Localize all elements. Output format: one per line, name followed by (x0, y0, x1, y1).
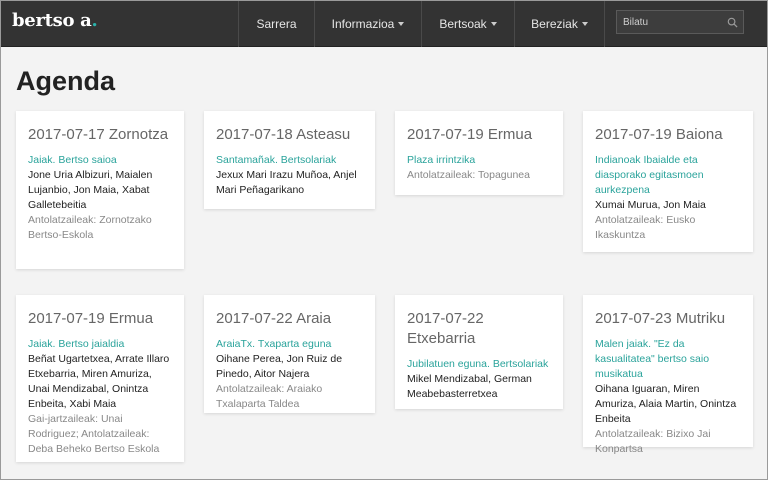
event-title-link[interactable]: AraiaTx. Txaparta eguna (216, 337, 363, 352)
event-date: 2017-07-22 Araia (216, 310, 332, 327)
event-date: 2017-07-19 Ermua (28, 310, 154, 327)
nav-item-sarrera[interactable]: Sarrera (238, 0, 314, 47)
event-date: 2017-07-17 Zornotza (28, 126, 169, 143)
event-card: 2017-07-19 Ermua Jaiak. Bertso jaialdia … (16, 295, 184, 462)
event-organizers: Antolatzaileak: Eusko Ikaskuntza (595, 214, 696, 241)
event-organizers: Antolatzaileak: Bizixo Jai Konpartsa (595, 428, 711, 455)
main-nav: Sarrera Informazioa Bertsoak Bereziak (238, 0, 605, 47)
event-performers: Jexux Mari Irazu Muñoa, Anjel Mari Peñag… (216, 169, 357, 196)
event-performers: Jone Uria Albizuri, Maialen Lujanbio, Jo… (28, 169, 153, 211)
event-title-link[interactable]: Jaiak. Bertso saioa (28, 153, 172, 168)
event-date: 2017-07-19 Baiona (595, 126, 723, 143)
caret-down-icon (490, 21, 497, 26)
event-card: 2017-07-18 Asteasu Santamañak. Bertsolar… (204, 111, 375, 209)
search-box (616, 10, 744, 34)
page-title: Agenda (16, 66, 116, 96)
search-icon (727, 17, 738, 28)
caret-down-icon (398, 21, 405, 26)
top-navbar: bertso a. Sarrera Informazioa Bertsoak B… (0, 0, 768, 47)
event-title-link[interactable]: Santamañak. Bertsolariak (216, 153, 363, 168)
event-title-link[interactable]: Malen jaiak. "Ez da kasualitatea" bertso… (595, 337, 741, 382)
event-card: 2017-07-19 Baiona Indianoak Ibaialde eta… (583, 111, 753, 252)
event-performers: Mikel Mendizabal, German Meabebasterretx… (407, 373, 532, 400)
event-date: 2017-07-22 Etxebarria (407, 310, 484, 347)
nav-item-bertsoak[interactable]: Bertsoak (421, 0, 514, 47)
event-performers: Beñat Ugartetxea, Arrate Illaro Etxebarr… (28, 353, 170, 410)
caret-down-icon (581, 21, 588, 26)
event-organizers: Antolatzaileak: Topagunea (407, 169, 530, 181)
event-title-link[interactable]: Jaiak. Bertso jaialdia (28, 337, 172, 352)
event-date: 2017-07-19 Ermua (407, 126, 533, 143)
event-title-link[interactable]: Indianoak Ibaialde eta diasporako egitas… (595, 153, 741, 198)
search-button[interactable] (721, 11, 743, 33)
event-card: 2017-07-19 Ermua Plaza irrintzika Antola… (395, 111, 563, 195)
site-logo[interactable]: bertso a. (12, 10, 98, 31)
search-input[interactable] (617, 16, 721, 28)
event-organizers: Antolatzaileak: Zornotzako Bertso-Eskola (28, 214, 152, 241)
event-performers: Xumai Murua, Jon Maia (595, 199, 706, 211)
event-card: 2017-07-17 Zornotza Jaiak. Bertso saioa … (16, 111, 184, 269)
event-performers: Oihana Iguaran, Miren Amuriza, Alaia Mar… (595, 383, 737, 425)
event-title-link[interactable]: Plaza irrintzika (407, 153, 551, 168)
event-card: 2017-07-23 Mutriku Malen jaiak. "Ez da k… (583, 295, 753, 455)
event-organizers: Antolatzaileak: Araiako Txalaparta Talde… (216, 383, 323, 410)
event-performers: Oihane Perea, Jon Ruiz de Pinedo, Aitor … (216, 353, 343, 380)
event-date: 2017-07-18 Asteasu (216, 126, 351, 143)
nav-item-bereziak[interactable]: Bereziak (514, 0, 605, 47)
event-card: 2017-07-22 Etxebarria Jubilatuen eguna. … (395, 295, 563, 409)
event-title-link[interactable]: Jubilatuen eguna. Bertsolariak (407, 357, 551, 372)
event-organizers: Gai-jartzaileak: Unai Rodriguez; Antolat… (28, 413, 160, 455)
event-card: 2017-07-22 Araia AraiaTx. Txaparta eguna… (204, 295, 375, 413)
nav-item-informazioa[interactable]: Informazioa (314, 0, 421, 47)
event-date: 2017-07-23 Mutriku (595, 310, 726, 327)
